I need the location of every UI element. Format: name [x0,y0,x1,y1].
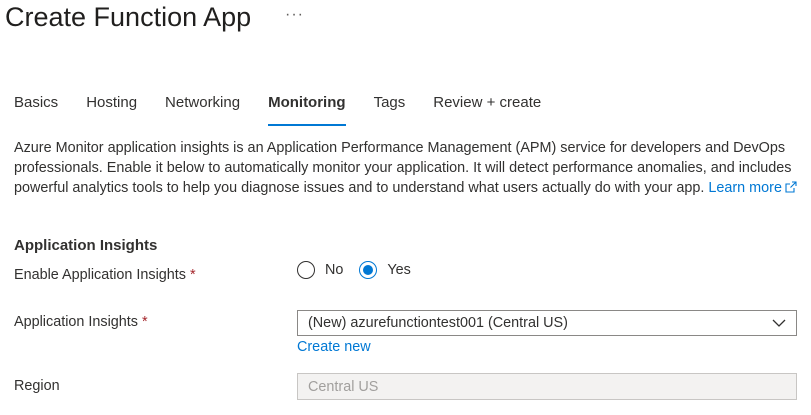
radio-yes-circle[interactable] [359,261,378,279]
tab-basics[interactable]: Basics [14,94,58,120]
tab-networking[interactable]: Networking [165,94,240,120]
learn-more-label: Learn more [708,180,782,196]
monitoring-description: Azure Monitor application insights is an… [14,138,804,199]
app-insights-dropdown[interactable]: (New) azurefunctiontest001 (Central US) [297,310,797,336]
chevron-down-icon [772,314,786,332]
more-options-button[interactable]: ··· [285,6,304,24]
tab-tags[interactable]: Tags [374,94,406,120]
app-insights-selected-value: (New) azurefunctiontest001 (Central US) [308,315,568,331]
external-link-icon [785,179,797,199]
tab-review-create[interactable]: Review + create [433,94,541,120]
section-title: Application Insights [14,237,158,254]
page-title: Create Function App [5,2,252,32]
tab-hosting[interactable]: Hosting [86,94,137,120]
app-insights-label-text: Application Insights [14,314,138,330]
enable-insights-radio-group: No Yes [297,261,427,279]
radio-yes[interactable]: Yes [359,261,411,279]
radio-no[interactable]: No [297,261,343,279]
region-label: Region [14,378,60,394]
learn-more-link[interactable]: Learn more [708,180,797,196]
description-text: Azure Monitor application insights is an… [14,140,792,196]
radio-yes-label: Yes [387,262,411,278]
required-indicator: * [190,267,196,283]
enable-insights-label-text: Enable Application Insights [14,267,187,283]
tab-bar: Basics Hosting Networking Monitoring Tag… [14,94,569,126]
radio-no-circle[interactable] [297,261,315,279]
radio-no-label: No [325,262,344,278]
app-insights-label: Application Insights * [14,314,148,330]
required-indicator: * [142,314,148,330]
create-new-link[interactable]: Create new [297,339,371,355]
tab-monitoring[interactable]: Monitoring [268,94,347,126]
enable-insights-label: Enable Application Insights * [14,267,196,283]
region-field: Central US [297,373,797,400]
region-value: Central US [308,378,379,395]
